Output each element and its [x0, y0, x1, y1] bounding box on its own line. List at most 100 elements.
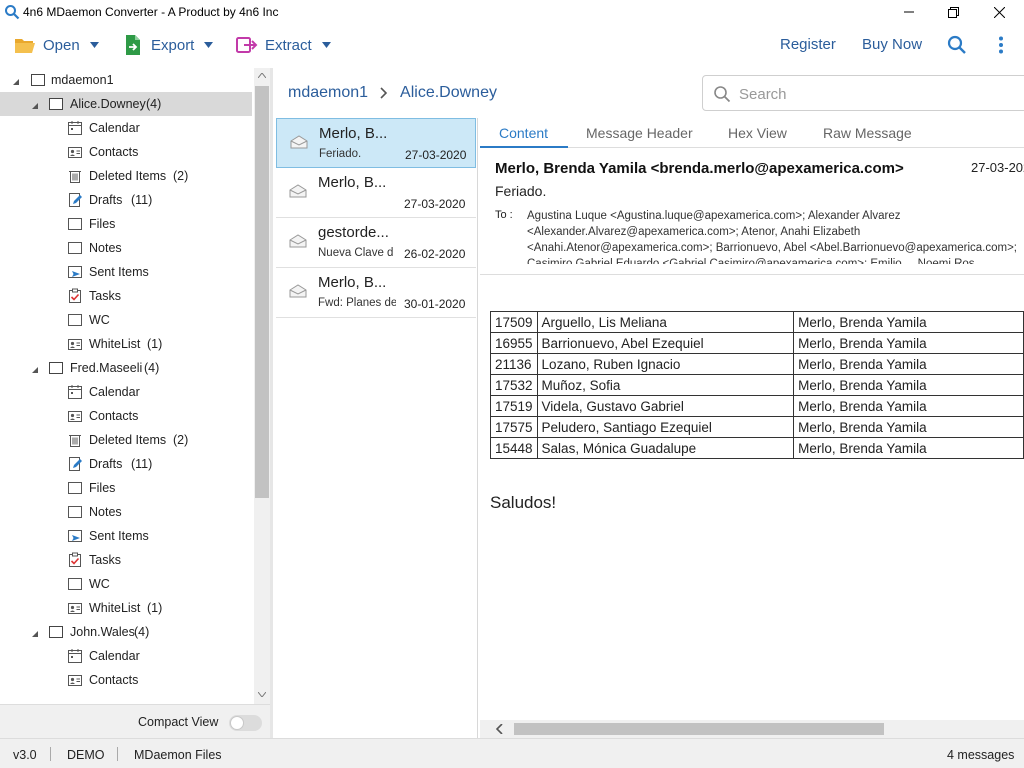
tree-item-label: WhiteList [89, 337, 141, 351]
tree-folder-whitelist[interactable]: WhiteList (1) [0, 596, 252, 620]
tree-folder-calendar[interactable]: Calendar [0, 644, 252, 668]
table-row: 17519 Videla, Gustavo Gabriel Merlo, Brend… [490, 395, 1024, 417]
search-input[interactable] [739, 83, 1019, 105]
folder-icon [67, 480, 83, 496]
more-options-icon[interactable] [998, 36, 1004, 54]
tree-folder-notes[interactable]: Notes [0, 500, 252, 524]
tree-folder-calendar[interactable]: Calendar [0, 380, 252, 404]
calendar-icon [67, 120, 83, 136]
tree-item-count: (1) [147, 601, 163, 615]
table-row: 15448 Salas, Mónica Guadalupe Merlo, Brend… [490, 437, 1024, 459]
tree-folder-wc[interactable]: WC [0, 572, 252, 596]
message-date: 27-03-2020 [971, 160, 1024, 175]
tree-folder-files[interactable]: Files [0, 476, 252, 500]
extract-icon [236, 34, 258, 56]
window-title: 4n6 MDaemon Converter - A Product by 4n6… [23, 5, 279, 19]
message-list-item[interactable]: Merlo, B... Fwd: Planes de 30-01-2020 [276, 268, 476, 318]
tree-item-count: (4) [134, 625, 150, 639]
search-box [702, 75, 1024, 111]
chevron-down-icon [89, 42, 99, 48]
compact-view-label: Compact View [138, 715, 219, 729]
table-cell: 17532 [490, 374, 538, 396]
message-list: Merlo, B... Feriado. 27-03-2020 Merlo, B...… [274, 118, 478, 738]
panel-divider[interactable] [270, 68, 273, 738]
sent-icon [67, 264, 83, 280]
tree-folder-calendar[interactable]: Calendar [0, 116, 252, 140]
tree-item-label: Files [89, 481, 116, 495]
message-list-item[interactable]: gestorde... Nueva Clave d 26-02-2020 [276, 218, 476, 268]
search-icon[interactable] [947, 35, 967, 55]
tree-folder-deleted-items[interactable]: Deleted Items (2) [0, 164, 252, 188]
tree-root-mdaemon1[interactable]: mdaemon1 [0, 68, 252, 92]
breadcrumb-current[interactable]: Alice.Downey [400, 84, 497, 102]
message-list-item[interactable]: Merlo, B... Feriado. 27-03-2020 [276, 118, 476, 168]
tree-folder-tasks[interactable]: Tasks [0, 548, 252, 572]
contacts-icon [67, 408, 83, 424]
tree-item-label: WC [89, 313, 110, 327]
tree-folder-sent-items[interactable]: Sent Items [0, 260, 252, 284]
folder-tree: mdaemon1 Alice.Downey (4) Calendar Contacts D… [0, 68, 254, 704]
tree-folder-deleted-items[interactable]: Deleted Items (2) [0, 428, 252, 452]
message-sender: Merlo, B... [318, 174, 387, 191]
tree-item-label: Sent Items [89, 265, 149, 279]
tree-folder-files[interactable]: Files [0, 212, 252, 236]
tree-scroll-thumb[interactable] [255, 86, 269, 498]
account-folder-icon [48, 624, 64, 640]
tree-item-label: WhiteList [89, 601, 141, 615]
tree-folder-contacts[interactable]: Contacts [0, 404, 252, 428]
tab-message-header[interactable]: Message Header [586, 125, 693, 141]
breadcrumb-root[interactable]: mdaemon1 [288, 84, 368, 102]
chevron-down-icon [258, 692, 266, 697]
minimize-button[interactable] [886, 0, 932, 24]
message-sender: gestorde... [318, 224, 389, 241]
folder-icon [67, 240, 83, 256]
register-link[interactable]: Register [780, 36, 836, 53]
message-date: 26-02-2020 [404, 247, 466, 261]
tree-folder-contacts[interactable]: Contacts [0, 140, 252, 164]
tree-expanded-icon[interactable] [30, 99, 40, 109]
tree-scrollbar[interactable] [254, 68, 270, 704]
buy-now-link[interactable]: Buy Now [862, 36, 922, 53]
open-label: Open [43, 36, 80, 54]
close-button[interactable] [976, 0, 1022, 24]
chevron-up-icon [258, 73, 266, 78]
message-list-item[interactable]: Merlo, B... 27-03-2020 [276, 168, 476, 218]
tree-item-label: Calendar [89, 649, 140, 663]
tree-folder-sent-items[interactable]: Sent Items [0, 524, 252, 548]
tree-account-alice-downey[interactable]: Alice.Downey (4) [0, 92, 252, 116]
tab-raw-message[interactable]: Raw Message [823, 125, 912, 141]
tab-content[interactable]: Content [499, 125, 548, 141]
status-separator [117, 747, 118, 761]
tree-expanded-icon[interactable] [11, 75, 21, 85]
tree-folder-wc[interactable]: WC [0, 308, 252, 332]
tree-folder-notes[interactable]: Notes [0, 236, 252, 260]
to-label: To : [495, 209, 513, 221]
compact-view-toggle[interactable] [229, 715, 262, 731]
extract-button[interactable]: Extract [236, 33, 331, 57]
tree-folder-drafts[interactable]: Drafts (11) [0, 188, 252, 212]
tab-hex-view[interactable]: Hex View [728, 125, 787, 141]
tree-expanded-icon[interactable] [30, 627, 40, 637]
tree-folder-tasks[interactable]: Tasks [0, 284, 252, 308]
extract-label: Extract [265, 36, 312, 54]
tree-item-count: (2) [173, 169, 189, 183]
tree-folder-whitelist[interactable]: WhiteList (1) [0, 332, 252, 356]
tree-expanded-icon[interactable] [30, 363, 40, 373]
tree-account-john-wales[interactable]: John.Wales (4) [0, 620, 252, 644]
tree-folder-drafts[interactable]: Drafts (11) [0, 452, 252, 476]
tree-folder-contacts[interactable]: Contacts [0, 668, 252, 692]
preview-scroll-thumb[interactable] [514, 723, 884, 735]
trash-icon [67, 432, 83, 448]
tree-account-fred-maseeli[interactable]: Fred.Maseeli (4) [0, 356, 252, 380]
table-cell: Barrionuevo, Abel Ezequiel [536, 332, 795, 354]
tree-item-label: Calendar [89, 121, 140, 135]
tree-item-label: Contacts [89, 145, 139, 159]
export-button[interactable]: Export [122, 33, 214, 57]
preview-horizontal-scrollbar[interactable] [480, 720, 1024, 738]
restore-button[interactable] [930, 0, 976, 24]
tree-item-label: Notes [89, 505, 122, 519]
tasks-icon [67, 288, 83, 304]
table-cell: Merlo, Brenda Yamila [793, 416, 1024, 438]
message-subject-preview: Nueva Clave d [318, 247, 394, 259]
open-button[interactable]: Open [14, 33, 99, 57]
